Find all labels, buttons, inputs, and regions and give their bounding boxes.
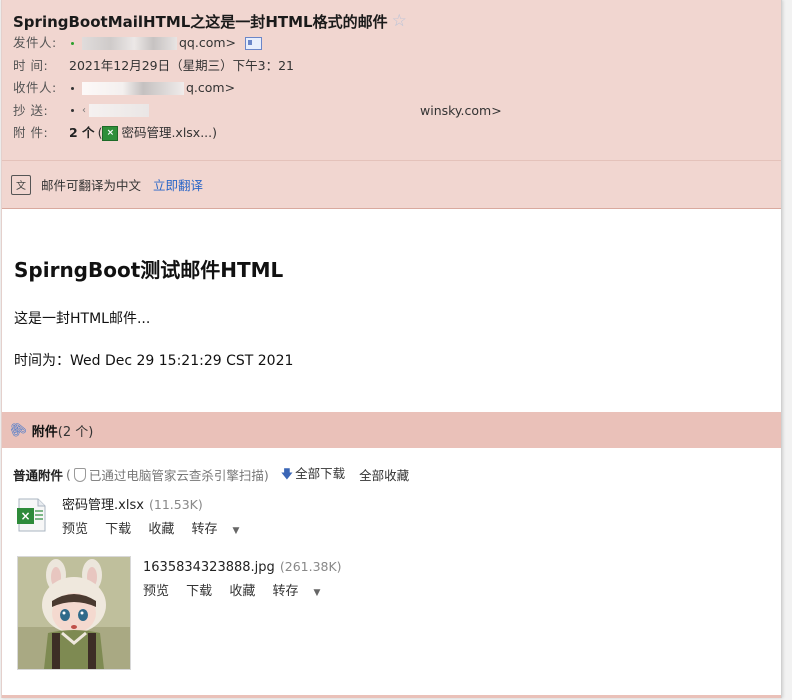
chevron-left-icon: ‹ (82, 104, 86, 116)
forward-dropdown[interactable]: 转存 ▼ (191, 522, 252, 537)
caret-down-icon: ▼ (232, 526, 240, 536)
redacted-block (82, 36, 177, 50)
translate-now-link[interactable]: 立即翻译 (153, 175, 203, 194)
favorite-link[interactable]: 收藏 (148, 522, 174, 537)
attach-row: 附 件: 2 个 ( × 密码管理.xlsx...) (13, 122, 781, 145)
excel-file-icon[interactable]: × (17, 498, 47, 532)
body-line-2: 时间为：Wed Dec 29 15:21:29 CST 2021 (14, 353, 294, 369)
cc-row: 抄 送: ‹ winsky.com> (13, 100, 781, 123)
scan-paren: ( (66, 467, 71, 482)
time-value: 2021年12月29日（星期三）下午3：21 (69, 57, 294, 73)
attach-label: 附 件: (13, 125, 49, 140)
contact-dot-icon (71, 86, 74, 90)
attachment-info: 密码管理.xlsx (11.53K) 预览 下载 收藏 转存 ▼ (62, 494, 265, 537)
forward-label: 转存 (272, 584, 299, 599)
shield-icon (73, 467, 86, 482)
paperclip-icon: 🖇 (6, 418, 30, 442)
download-all-label: 全部下载 (295, 466, 346, 481)
cc-value[interactable]: winsky.com> (420, 100, 502, 123)
attach-count[interactable]: 2 个 (69, 122, 95, 145)
attachments-toolbar: 普通附件 ( 已通过电脑管家云查杀引擎扫描) 🡇 全部下载 全部收藏 (2, 448, 781, 486)
caret-down-icon: ▼ (313, 588, 321, 598)
attachment-actions: 预览 下载 收藏 转存 ▼ (143, 580, 346, 599)
favorite-link[interactable]: 收藏 (229, 584, 255, 599)
attachment-actions: 预览 下载 收藏 转存 ▼ (62, 518, 265, 537)
attachment-size: (11.53K) (149, 497, 203, 512)
download-link[interactable]: 下载 (105, 522, 131, 537)
from-label: 发件人: (13, 35, 57, 50)
redacted-block (82, 81, 184, 95)
from-row: 发件人: qq.com> (13, 32, 781, 55)
attachments-header-count: (2 个) (57, 424, 94, 440)
online-dot-icon (71, 41, 74, 45)
attachments-header-label: 附件 (31, 424, 58, 440)
mail-body: SpirngBoot测试邮件HTML 这是一封HTML邮件... 时间为：Wed… (2, 209, 781, 412)
scan-status: 已通过电脑管家云查杀引擎扫描) (88, 468, 269, 483)
excel-file-icon: × (102, 125, 119, 141)
to-value[interactable]: q.com> (186, 77, 235, 100)
time-label: 时 间: (13, 57, 49, 73)
attachment-size: (261.38K) (279, 559, 342, 574)
body-line-1: 这是一封HTML邮件... (14, 311, 151, 327)
doll-picture (18, 557, 130, 669)
body-title: SpirngBoot测试邮件HTML (14, 258, 284, 282)
download-link[interactable]: 下载 (186, 584, 212, 599)
redacted-block (89, 104, 149, 118)
image-thumbnail[interactable] (17, 556, 131, 670)
attachment-item: × 密码管理.xlsx (11.53K) 预览 下载 收藏 转存 ▼ (2, 494, 781, 556)
attach-file-link[interactable]: 密码管理.xlsx...) (121, 122, 217, 145)
subject-text: SpringBootMailHTML之这是一封HTML格式的邮件 (13, 12, 388, 31)
translate-bar: 文 邮件可翻译为中文 立即翻译 (2, 160, 781, 209)
attachment-name[interactable]: 密码管理.xlsx (62, 498, 144, 513)
contact-card-icon[interactable] (245, 36, 263, 50)
forward-dropdown[interactable]: 转存 ▼ (272, 584, 333, 599)
time-row: 时 间: 2021年12月29日（星期三）下午3：21 (13, 55, 781, 78)
mail-view: SpringBootMailHTML之这是一封HTML格式的邮件 ☆ 发件人: … (1, 0, 782, 698)
translate-icon: 文 (11, 174, 31, 195)
contact-dot-icon (71, 109, 74, 113)
bottom-divider (2, 695, 781, 698)
translate-text: 邮件可翻译为中文 (41, 178, 142, 193)
download-arrow-icon: 🡇 (280, 467, 294, 481)
star-icon[interactable]: ☆ (392, 11, 407, 31)
favorite-all-button[interactable]: 全部收藏 (359, 465, 409, 484)
forward-label: 转存 (191, 522, 218, 537)
attachment-name[interactable]: 1635834323888.jpg (143, 560, 275, 575)
preview-link[interactable]: 预览 (62, 522, 88, 537)
from-value[interactable]: qq.com> (179, 32, 236, 55)
attachment-info: 1635834323888.jpg (261.38K) 预览 下载 收藏 转存 ▼ (143, 556, 346, 599)
to-row: 收件人: q.com> (13, 77, 781, 100)
normal-attachments-label: 普通附件 (13, 468, 64, 483)
attachment-item: 1635834323888.jpg (261.38K) 预览 下载 收藏 转存 ▼ (2, 556, 781, 676)
cc-label: 抄 送: (13, 102, 49, 118)
mail-subject: SpringBootMailHTML之这是一封HTML格式的邮件 ☆ (13, 10, 781, 32)
download-all-button[interactable]: 🡇 全部下载 (281, 463, 345, 486)
preview-link[interactable]: 预览 (143, 584, 169, 599)
to-label: 收件人: (13, 80, 57, 95)
svg-text:×: × (20, 509, 30, 523)
mail-header: SpringBootMailHTML之这是一封HTML格式的邮件 ☆ 发件人: … (2, 0, 781, 160)
attachments-header: 🖇 附件 (2 个) (2, 412, 781, 448)
